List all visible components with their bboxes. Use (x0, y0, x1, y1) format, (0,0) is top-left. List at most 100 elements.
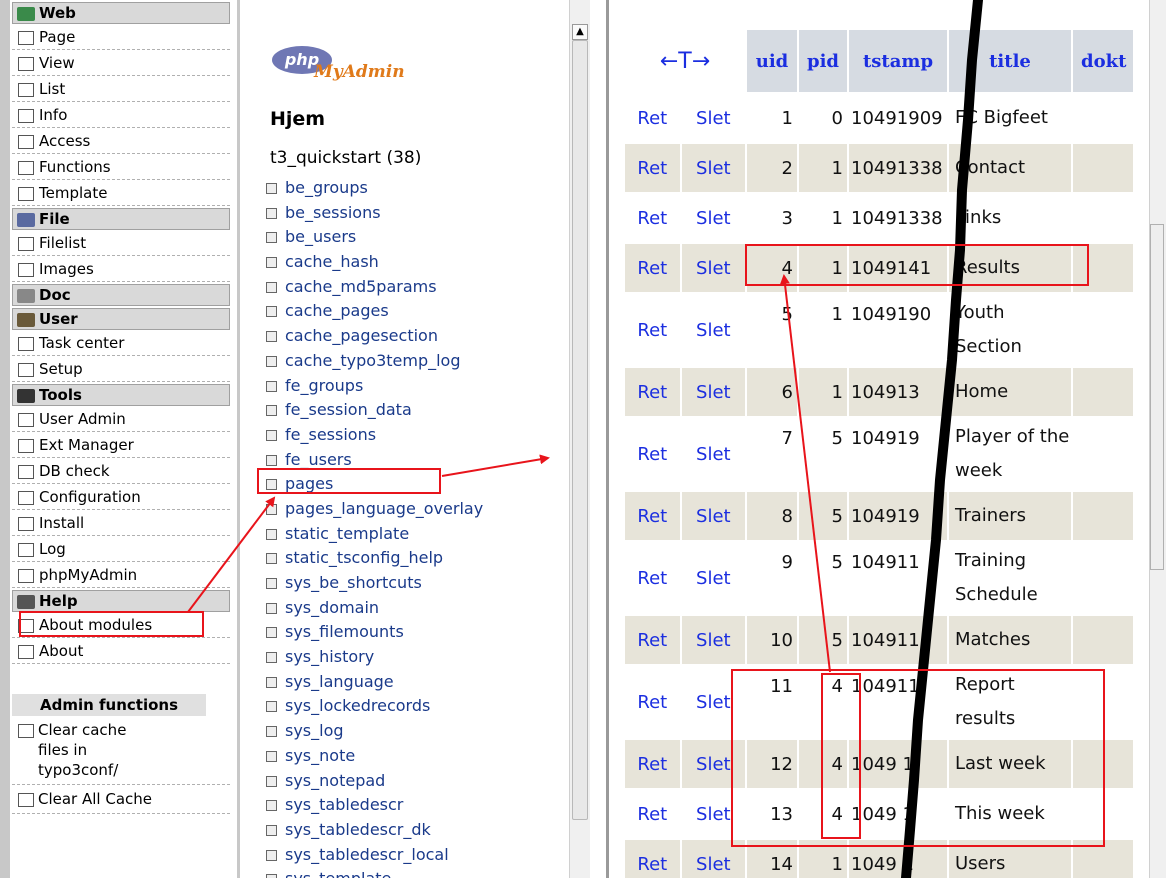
table-link-static-template[interactable]: static_template (266, 522, 586, 547)
table-link-sys-notepad[interactable]: sys_notepad (266, 769, 586, 794)
table-browse-icon[interactable] (266, 355, 277, 367)
admin-function-item[interactable]: Clear cache files in typo3conf/ (12, 716, 230, 785)
menu-item-filelist[interactable]: Filelist (12, 230, 230, 256)
menu-item-view[interactable]: View (12, 50, 230, 76)
column-tstamp[interactable]: tstamp (849, 30, 947, 92)
menu-group-tools[interactable]: Tools (12, 384, 230, 406)
menu-item-setup[interactable]: Setup (12, 356, 230, 382)
table-link-sys-filemounts[interactable]: sys_filemounts (266, 620, 586, 645)
table-list-scrollbar[interactable]: ▲ (569, 0, 590, 878)
edit-link[interactable]: Ret (625, 244, 680, 292)
delete-link[interactable]: Slet (681, 840, 745, 878)
home-link[interactable]: Hjem (270, 108, 325, 130)
table-link-cache-pages[interactable]: cache_pages (266, 299, 586, 324)
table-link-be-groups[interactable]: be_groups (266, 176, 586, 201)
table-link-sys-tabledescr-dk[interactable]: sys_tabledescr_dk (266, 818, 586, 843)
table-link-cache-md5params[interactable]: cache_md5params (266, 275, 586, 300)
table-browse-icon[interactable] (266, 775, 277, 787)
table-link-sys-be-shortcuts[interactable]: sys_be_shortcuts (266, 571, 586, 596)
edit-link[interactable]: Ret (625, 740, 680, 788)
table-link-fe-sessions[interactable]: fe_sessions (266, 423, 586, 448)
table-link-sys-tabledescr[interactable]: sys_tabledescr (266, 793, 586, 818)
table-link-sys-template[interactable]: sys_template (266, 867, 586, 878)
column-doktype[interactable]: dokt (1073, 30, 1133, 92)
table-browse-icon[interactable] (266, 528, 277, 540)
delete-link[interactable]: Slet (681, 616, 745, 664)
delete-link[interactable]: Slet (681, 294, 745, 366)
table-browse-icon[interactable] (266, 578, 277, 589)
menu-group-web[interactable]: Web (12, 2, 230, 24)
menu-item-list[interactable]: List (12, 76, 230, 102)
table-link-pages-language-overlay[interactable]: pages_language_overlay (266, 497, 586, 522)
database-heading[interactable]: t3_quickstart (38) (270, 148, 421, 168)
menu-item-install[interactable]: Install (12, 510, 230, 536)
table-browse-icon[interactable] (266, 652, 277, 664)
records-scrollbar-thumb[interactable] (1150, 224, 1164, 570)
menu-item-info[interactable]: Info (12, 102, 230, 128)
table-browse-icon[interactable] (266, 331, 277, 343)
edit-link[interactable]: Ret (625, 194, 680, 242)
table-browse-icon[interactable] (266, 701, 277, 713)
menu-item-template[interactable]: Template (12, 180, 230, 206)
edit-link[interactable]: Ret (625, 492, 680, 540)
table-browse-icon[interactable] (266, 800, 277, 812)
column-pid[interactable]: pid (799, 30, 847, 92)
menu-item-db-check[interactable]: DB check (12, 458, 230, 484)
edit-link[interactable]: Ret (625, 666, 680, 738)
delete-link[interactable]: Slet (681, 542, 745, 614)
table-link-static-tsconfig-help[interactable]: static_tsconfig_help (266, 546, 586, 571)
table-link-cache-typo3temp-log[interactable]: cache_typo3temp_log (266, 349, 586, 374)
table-browse-icon[interactable] (266, 405, 277, 417)
edit-link[interactable]: Ret (625, 790, 680, 838)
edit-link[interactable]: Ret (625, 94, 680, 142)
menu-item-configuration[interactable]: Configuration (12, 484, 230, 510)
delete-link[interactable]: Slet (681, 244, 745, 292)
records-scrollbar[interactable] (1149, 0, 1166, 878)
menu-item-access[interactable]: Access (12, 128, 230, 154)
table-browse-icon[interactable] (266, 232, 277, 244)
menu-item-about-modules[interactable]: About modules (12, 612, 230, 638)
table-browse-icon[interactable] (266, 503, 277, 515)
table-link-sys-language[interactable]: sys_language (266, 670, 586, 695)
table-browse-icon[interactable] (266, 750, 277, 762)
column-title[interactable]: title (949, 30, 1071, 92)
delete-link[interactable]: Slet (681, 418, 745, 490)
edit-link[interactable]: Ret (625, 542, 680, 614)
table-browse-icon[interactable] (266, 281, 277, 293)
table-link-cache-hash[interactable]: cache_hash (266, 250, 586, 275)
column-nav-arrows[interactable]: ←T→ (625, 30, 745, 92)
table-link-sys-history[interactable]: sys_history (266, 645, 586, 670)
table-link-cache-pagesection[interactable]: cache_pagesection (266, 324, 586, 349)
table-link-fe-users[interactable]: fe_users (266, 448, 586, 473)
menu-item-page[interactable]: Page (12, 24, 230, 50)
table-browse-icon[interactable] (266, 726, 277, 738)
menu-group-doc[interactable]: Doc (12, 284, 230, 306)
table-link-sys-log[interactable]: sys_log (266, 719, 586, 744)
table-browse-icon[interactable] (266, 429, 277, 441)
table-browse-icon[interactable] (266, 553, 277, 565)
table-link-be-sessions[interactable]: be_sessions (266, 201, 586, 226)
delete-link[interactable]: Slet (681, 144, 745, 192)
admin-function-item[interactable]: Clear All Cache (12, 785, 230, 814)
menu-group-file[interactable]: File (12, 208, 230, 230)
table-browse-icon[interactable] (266, 257, 277, 269)
menu-item-user-admin[interactable]: User Admin (12, 406, 230, 432)
menu-group-user[interactable]: User (12, 308, 230, 330)
table-browse-icon[interactable] (266, 849, 277, 861)
table-link-fe-groups[interactable]: fe_groups (266, 374, 586, 399)
table-link-sys-domain[interactable]: sys_domain (266, 596, 586, 621)
edit-link[interactable]: Ret (625, 294, 680, 366)
table-browse-icon[interactable] (266, 824, 277, 836)
delete-link[interactable]: Slet (681, 740, 745, 788)
menu-item-ext-manager[interactable]: Ext Manager (12, 432, 230, 458)
table-browse-icon[interactable] (266, 380, 277, 392)
menu-item-images[interactable]: Images (12, 256, 230, 282)
column-uid[interactable]: uid (747, 30, 797, 92)
table-link-fe-session-data[interactable]: fe_session_data (266, 398, 586, 423)
table-link-sys-lockedrecords[interactable]: sys_lockedrecords (266, 694, 586, 719)
menu-item-task-center[interactable]: Task center (12, 330, 230, 356)
table-browse-icon[interactable] (266, 183, 277, 194)
menu-group-help[interactable]: Help (12, 590, 230, 612)
edit-link[interactable]: Ret (625, 418, 680, 490)
table-link-pages[interactable]: pages (266, 472, 586, 497)
